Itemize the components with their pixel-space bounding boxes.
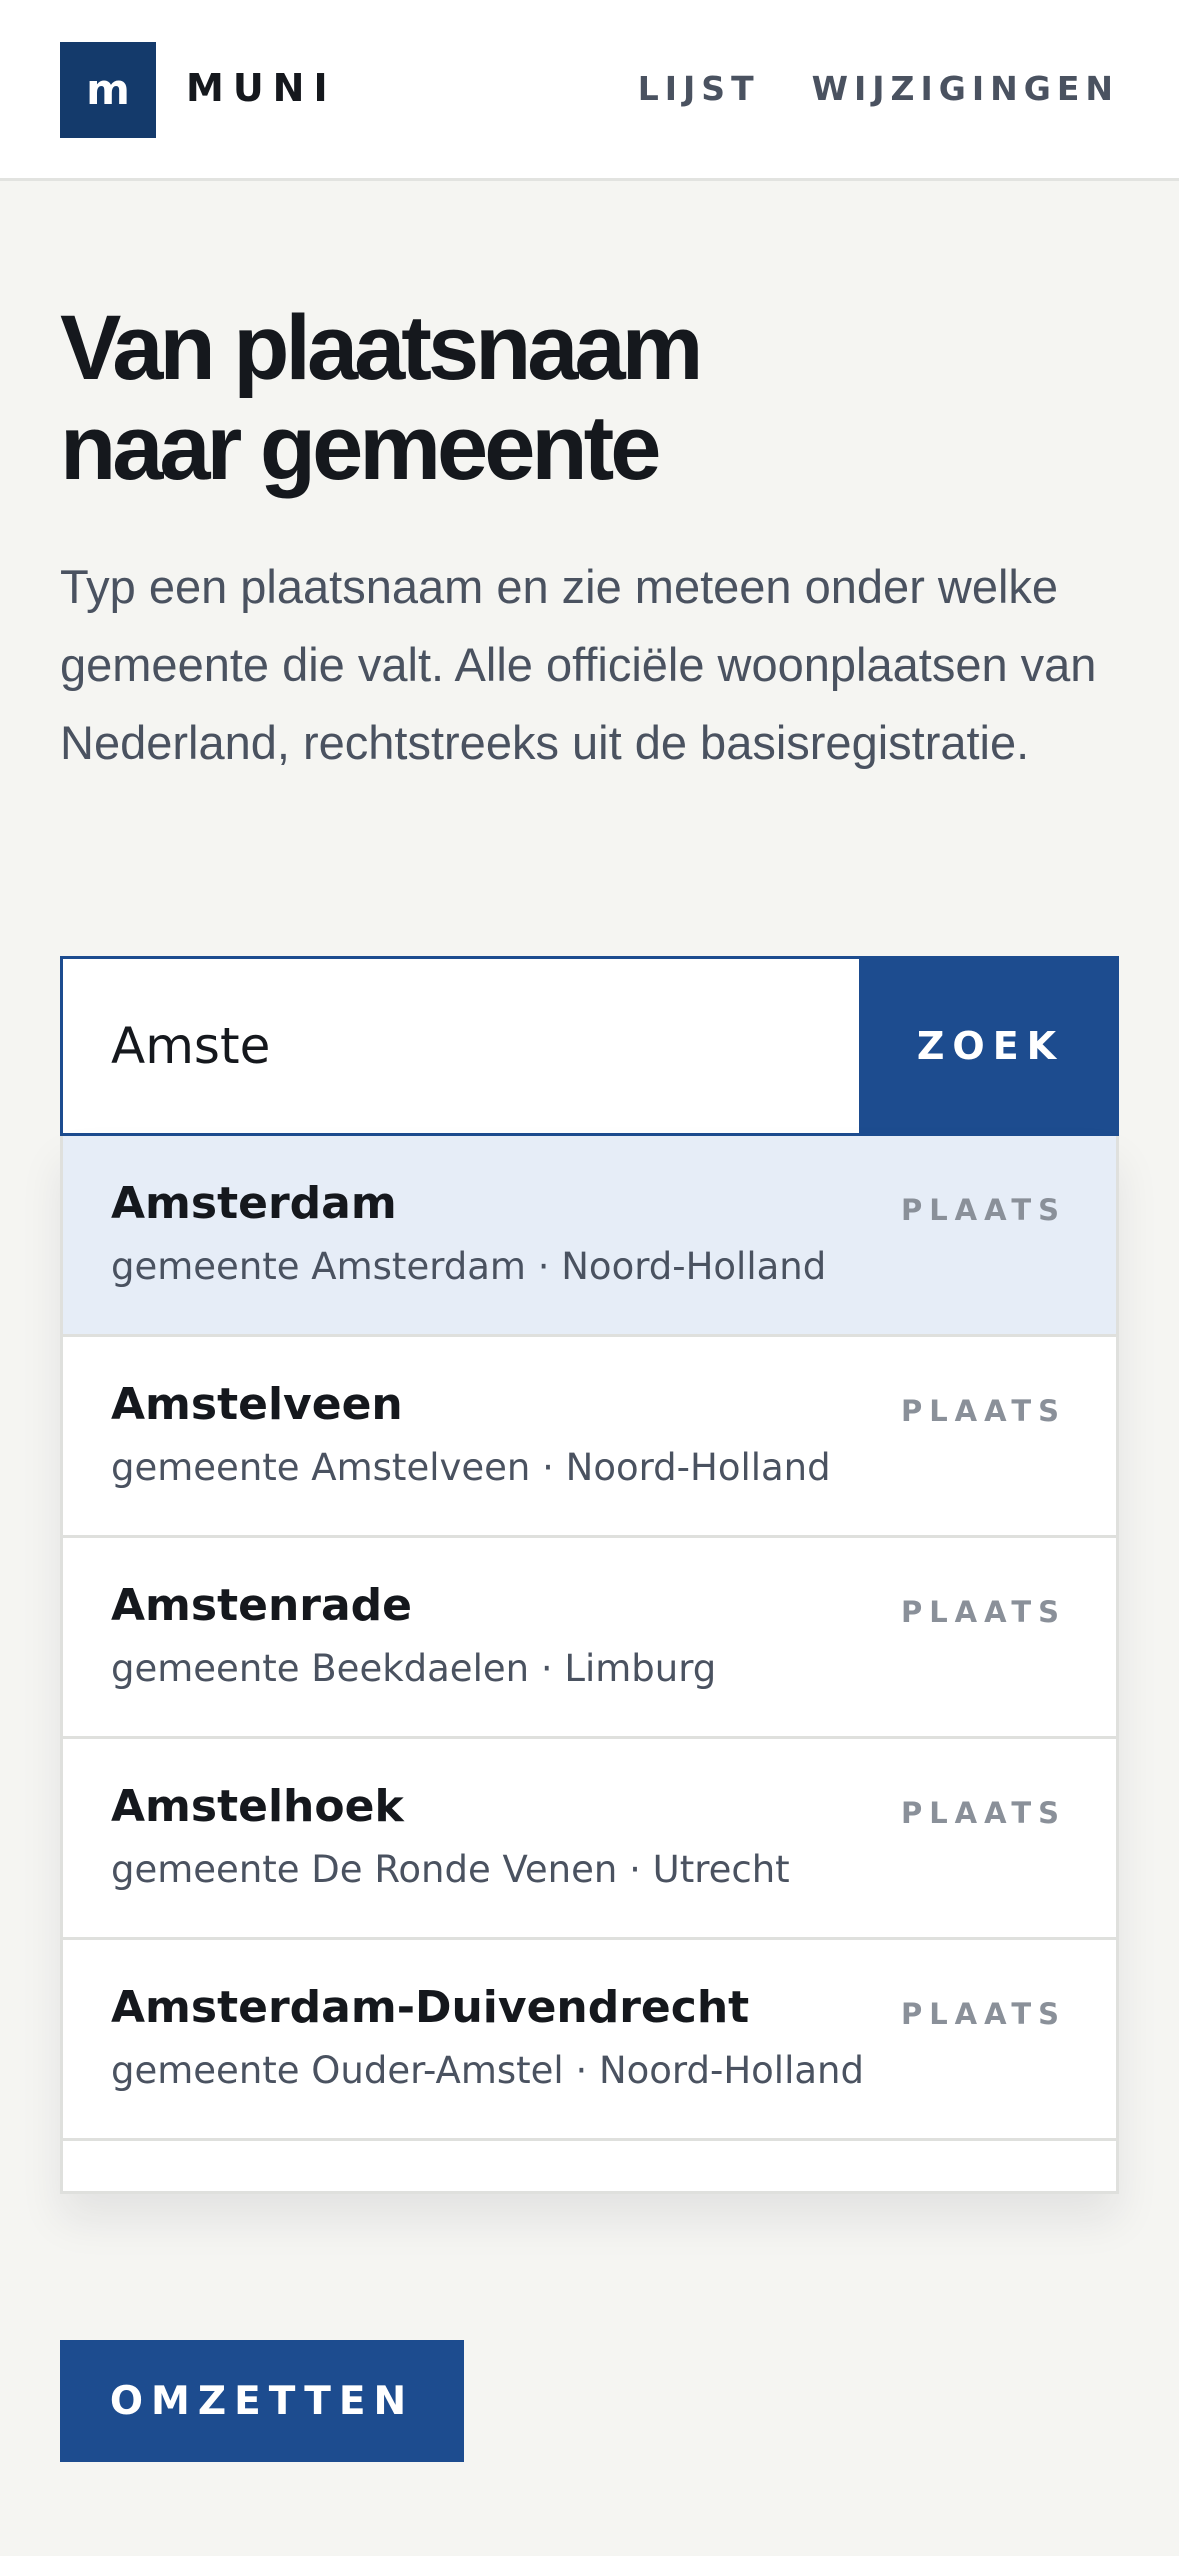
suggestion-item[interactable]: Amsterdam-Duivendrecht gemeente Ouder-Am…: [63, 1940, 1116, 2141]
page-title-line-1: Van plaatsnaam: [60, 297, 703, 399]
suggestion-item[interactable]: Amsterdam gemeente Amsterdam · Noord-Hol…: [63, 1136, 1116, 1337]
suggestion-type-badge: PLAATS: [900, 1394, 1066, 1428]
page-title-line-2: naar gemeente: [60, 397, 661, 499]
suggestion-details: gemeente Amsterdam · Noord-Holland: [111, 1245, 827, 1288]
search-input[interactable]: [60, 956, 862, 1136]
logo[interactable]: m: [60, 42, 156, 138]
intro-text: Typ een plaatsnaam en zie meteen onder w…: [60, 560, 1097, 769]
search-form: ZOEK: [60, 956, 1119, 1136]
main-nav: LIJST WIJZIGINGEN: [638, 66, 1119, 112]
suggestion-name: Amstelveen: [111, 1379, 403, 1430]
suggestion-item[interactable]: Amstelveen gemeente Amstelveen · Noord-H…: [63, 1337, 1116, 1538]
suggestion-details: gemeente Amstelveen · Noord-Holland: [111, 1446, 831, 1489]
suggestion-name: Amsterdam: [111, 1178, 397, 1229]
suggestion-item[interactable]: Amstenrade gemeente Beekdaelen · Limburg…: [63, 1538, 1116, 1739]
suggestion-name: Amsterdam-Duivendrecht: [111, 1982, 750, 2033]
suggestion-details: gemeente Beekdaelen · Limburg: [111, 1647, 717, 1690]
suggestion-details: gemeente Ouder-Amstel · Noord-Holland: [111, 2049, 864, 2092]
nav-link-wijzigingen[interactable]: WIJZIGINGEN: [812, 66, 1119, 112]
suggestion-dropdown: Amsterdam gemeente Amsterdam · Noord-Hol…: [60, 1136, 1119, 2194]
page-title: Van plaatsnaam naar gemeente: [60, 298, 1120, 498]
suggestion-type-badge: PLAATS: [900, 1595, 1066, 1629]
brand-name[interactable]: MUNI: [186, 62, 337, 114]
suggestion-item-partial[interactable]: [63, 2141, 1116, 2191]
suggestion-type-badge: PLAATS: [900, 1796, 1066, 1830]
suggestion-name: Amstelhoek: [111, 1781, 404, 1832]
suggestion-details: gemeente De Ronde Venen · Utrecht: [111, 1848, 790, 1891]
suggestion-type-badge: PLAATS: [900, 1193, 1066, 1227]
suggestion-item[interactable]: Amstelhoek gemeente De Ronde Venen · Utr…: [63, 1739, 1116, 1940]
site-header: m MUNI LIJST WIJZIGINGEN: [0, 0, 1179, 181]
suggestion-name: Amstenrade: [111, 1580, 413, 1631]
convert-button[interactable]: OMZETTEN: [60, 2340, 464, 2462]
suggestion-type-badge: PLAATS: [900, 1997, 1066, 2031]
search-button[interactable]: ZOEK: [862, 956, 1119, 1136]
nav-link-lijst[interactable]: LIJST: [638, 66, 760, 112]
